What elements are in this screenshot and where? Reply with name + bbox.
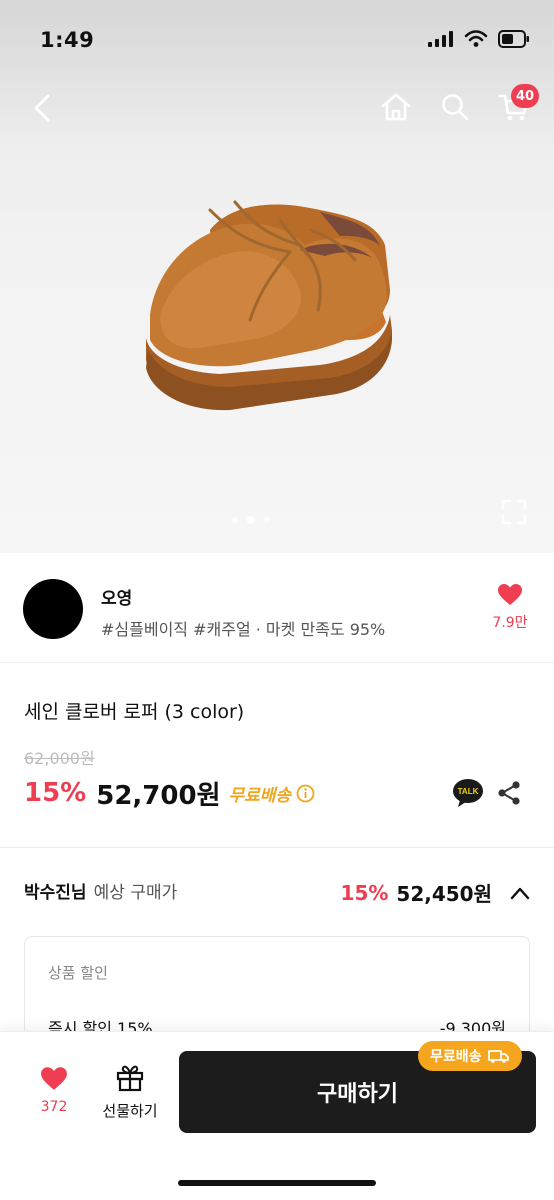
price-row: 15% 52,700원 무료배송 xyxy=(24,776,315,811)
wifi-icon xyxy=(464,30,488,47)
chevron-up-icon[interactable] xyxy=(510,886,530,900)
carousel-dot xyxy=(264,517,270,523)
cart-count-badge: 40 xyxy=(511,84,540,108)
status-icons xyxy=(428,30,530,48)
free-shipping-label: 무료배송 xyxy=(228,785,292,806)
free-shipping-badge: 무료배송 xyxy=(418,1041,522,1071)
home-icon xyxy=(381,93,411,121)
discount-detail-header: 상품 할인 xyxy=(48,964,108,982)
heart-icon xyxy=(41,1067,67,1090)
seller-avatar[interactable] xyxy=(23,579,83,639)
expected-discount-rate: 15% xyxy=(340,880,389,905)
info-icon[interactable] xyxy=(296,784,315,803)
original-price: 62,000원 xyxy=(24,749,95,768)
seller-like-count: 7.9만 xyxy=(492,615,528,631)
signal-icon xyxy=(428,31,453,47)
kakao-talk-button[interactable]: TALK xyxy=(452,778,484,808)
battery-icon xyxy=(498,30,529,48)
gift-icon xyxy=(116,1065,144,1092)
seller-like-button[interactable]: 7.9만 xyxy=(484,583,536,632)
expand-icon xyxy=(501,499,527,525)
seller-section[interactable]: 오영 #심플베이직 #캐주얼 · 마켓 만족도 95% 7.9만 xyxy=(0,553,554,663)
status-bar: 1:49 xyxy=(0,0,554,80)
home-indicator xyxy=(178,1180,376,1186)
discount-rate: 15% xyxy=(24,778,87,808)
gift-button[interactable]: 선물하기 xyxy=(97,1064,163,1121)
status-time: 1:49 xyxy=(40,28,95,52)
carousel-dot xyxy=(232,517,238,523)
back-button[interactable] xyxy=(22,88,62,128)
seller-tags: #심플베이직 #캐주얼 · 마켓 만족도 95% xyxy=(101,620,386,639)
expected-price-values: 15% 52,450원 xyxy=(341,878,530,907)
expected-price-label: 예상 구매가 xyxy=(93,883,178,903)
expand-image-button[interactable] xyxy=(500,498,528,526)
share-button[interactable] xyxy=(495,779,523,807)
wish-button[interactable]: 372 xyxy=(30,1066,78,1115)
buyer-name: 박수진님 xyxy=(24,883,87,903)
product-image xyxy=(146,200,392,411)
back-icon xyxy=(34,94,50,122)
gift-label: 선물하기 xyxy=(102,1102,158,1120)
wish-count: 372 xyxy=(40,1099,68,1115)
heart-icon xyxy=(498,584,522,605)
kakao-talk-icon: TALK xyxy=(453,779,483,807)
section-divider xyxy=(0,847,554,848)
share-icon xyxy=(498,781,520,805)
product-image-carousel[interactable] xyxy=(0,0,554,553)
truck-icon xyxy=(487,1050,509,1063)
carousel-indicator xyxy=(232,516,270,524)
home-button[interactable] xyxy=(376,87,416,127)
carousel-dot-active xyxy=(247,516,255,524)
talk-text: TALK xyxy=(458,787,479,796)
product-title: 세인 클로버 로퍼 (3 color) xyxy=(24,701,245,723)
search-button[interactable] xyxy=(435,87,475,127)
expected-price: 52,450원 xyxy=(396,882,492,906)
search-icon xyxy=(442,94,469,121)
free-shipping-badge-label: 무료배송 xyxy=(430,1049,482,1065)
expected-price-row[interactable]: 박수진님 예상 구매가 15% 52,450원 xyxy=(24,878,530,906)
bottom-action-bar: 372 선물하기 구매하기 무료배송 xyxy=(0,1031,554,1200)
seller-name[interactable]: 오영 xyxy=(101,584,132,609)
sale-price: 52,700원 xyxy=(96,780,221,811)
